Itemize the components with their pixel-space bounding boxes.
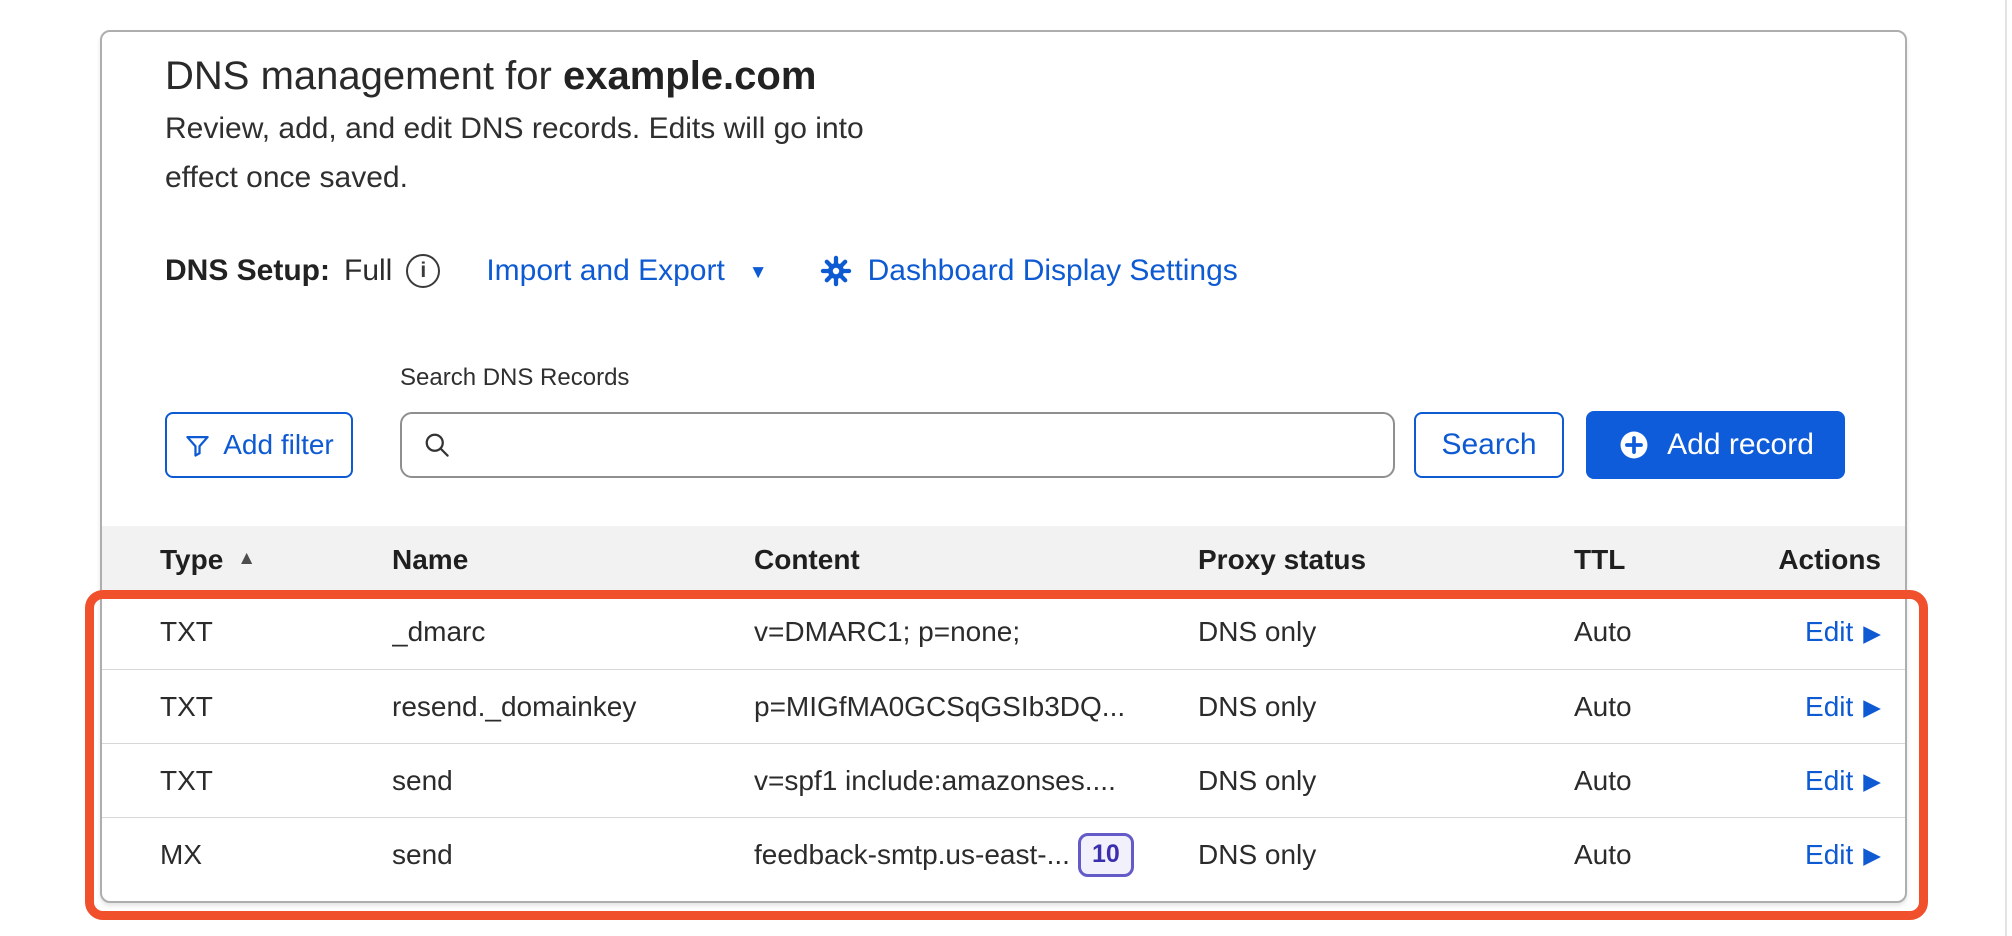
record-content: v=spf1 include:amazonses.... [754,765,1198,797]
record-content-with-priority: feedback-smtp.us-east-... 10 [754,833,1198,877]
record-type: TXT [160,616,392,648]
record-proxy-status: DNS only [1198,691,1574,723]
dashboard-display-settings-label: Dashboard Display Settings [868,254,1238,288]
edit-record-button[interactable]: Edit ▶ [1805,765,1881,797]
record-content: p=MIGfMA0GCSqGSIb3DQ... [754,691,1198,723]
edit-record-button[interactable]: Edit ▶ [1805,691,1881,723]
add-record-label: Add record [1667,428,1814,462]
table-header-row: Type ▲ Name Content Proxy status TTL Act… [102,526,1905,594]
table-row: MX send feedback-smtp.us-east-... 10 DNS… [102,817,1905,891]
record-type: MX [160,839,392,871]
edit-record-button[interactable]: Edit ▶ [1805,839,1881,871]
edit-arrow-icon: ▶ [1863,694,1881,721]
filter-funnel-icon [184,432,211,459]
column-header-name: Name [392,544,754,576]
dns-management-card: DNS management for example.com Review, a… [100,30,1907,903]
record-proxy-status: DNS only [1198,616,1574,648]
record-name: resend._domainkey [392,691,754,723]
record-content: v=DMARC1; p=none; [754,616,1198,648]
add-filter-label: Add filter [223,429,334,461]
add-filter-button[interactable]: Add filter [165,412,353,478]
search-button[interactable]: Search [1414,412,1564,478]
add-record-button[interactable]: Add record [1586,411,1845,479]
edit-arrow-icon: ▶ [1863,620,1881,647]
record-name: send [392,765,754,797]
record-ttl: Auto [1574,616,1774,648]
dns-setup-value: Full [344,254,392,288]
table-row: TXT send v=spf1 include:amazonses.... DN… [102,743,1905,817]
column-header-content: Content [754,544,1198,576]
record-type: TXT [160,765,392,797]
column-header-type[interactable]: Type ▲ [160,544,392,576]
record-proxy-status: DNS only [1198,765,1574,797]
record-type: TXT [160,691,392,723]
column-header-actions: Actions [1778,544,1881,576]
edit-record-button[interactable]: Edit ▶ [1805,616,1881,648]
record-ttl: Auto [1574,691,1774,723]
column-header-proxy-status: Proxy status [1198,544,1574,576]
record-content: feedback-smtp.us-east-... [754,839,1070,871]
record-name: send [392,839,754,871]
table-body: TXT _dmarc v=DMARC1; p=none; DNS only Au… [102,594,1905,891]
dns-setup-label: DNS Setup: [165,254,330,288]
table-row: TXT resend._domainkey p=MIGfMA0GCSqGSIb3… [102,669,1905,743]
table-row: TXT _dmarc v=DMARC1; p=none; DNS only Au… [102,595,1905,669]
record-name: _dmarc [392,616,754,648]
record-ttl: Auto [1574,765,1774,797]
chevron-down-icon: ▼ [749,262,768,284]
dashboard-display-settings-link[interactable]: Dashboard Display Settings [820,254,1238,288]
gear-icon [820,255,852,287]
search-input-wrap [400,412,1395,478]
info-icon[interactable]: i [406,254,440,288]
plus-circle-icon [1617,428,1651,462]
dns-records-table: Type ▲ Name Content Proxy status TTL Act… [102,526,1905,891]
import-export-label: Import and Export [486,254,724,288]
import-export-link[interactable]: Import and Export ▼ [486,254,767,288]
record-ttl: Auto [1574,839,1774,871]
record-proxy-status: DNS only [1198,839,1574,871]
domain-name: example.com [563,54,816,98]
edit-arrow-icon: ▶ [1863,842,1881,869]
page-description: Review, add, and edit DNS records. Edits… [165,104,865,202]
page-edge-divider [2005,0,2007,936]
column-header-ttl: TTL [1574,544,1774,576]
dns-management-page: DNS management for example.com Review, a… [0,0,2012,936]
sort-ascending-icon: ▲ [237,548,256,570]
page-title: DNS management for example.com [165,54,816,99]
search-field-label: Search DNS Records [400,364,629,392]
dns-setup-row: DNS Setup: Full i Import and Export ▼ [165,254,1238,288]
search-input[interactable] [400,412,1395,478]
priority-badge: 10 [1078,833,1134,877]
edit-arrow-icon: ▶ [1863,768,1881,795]
page-title-prefix: DNS management for [165,54,563,98]
